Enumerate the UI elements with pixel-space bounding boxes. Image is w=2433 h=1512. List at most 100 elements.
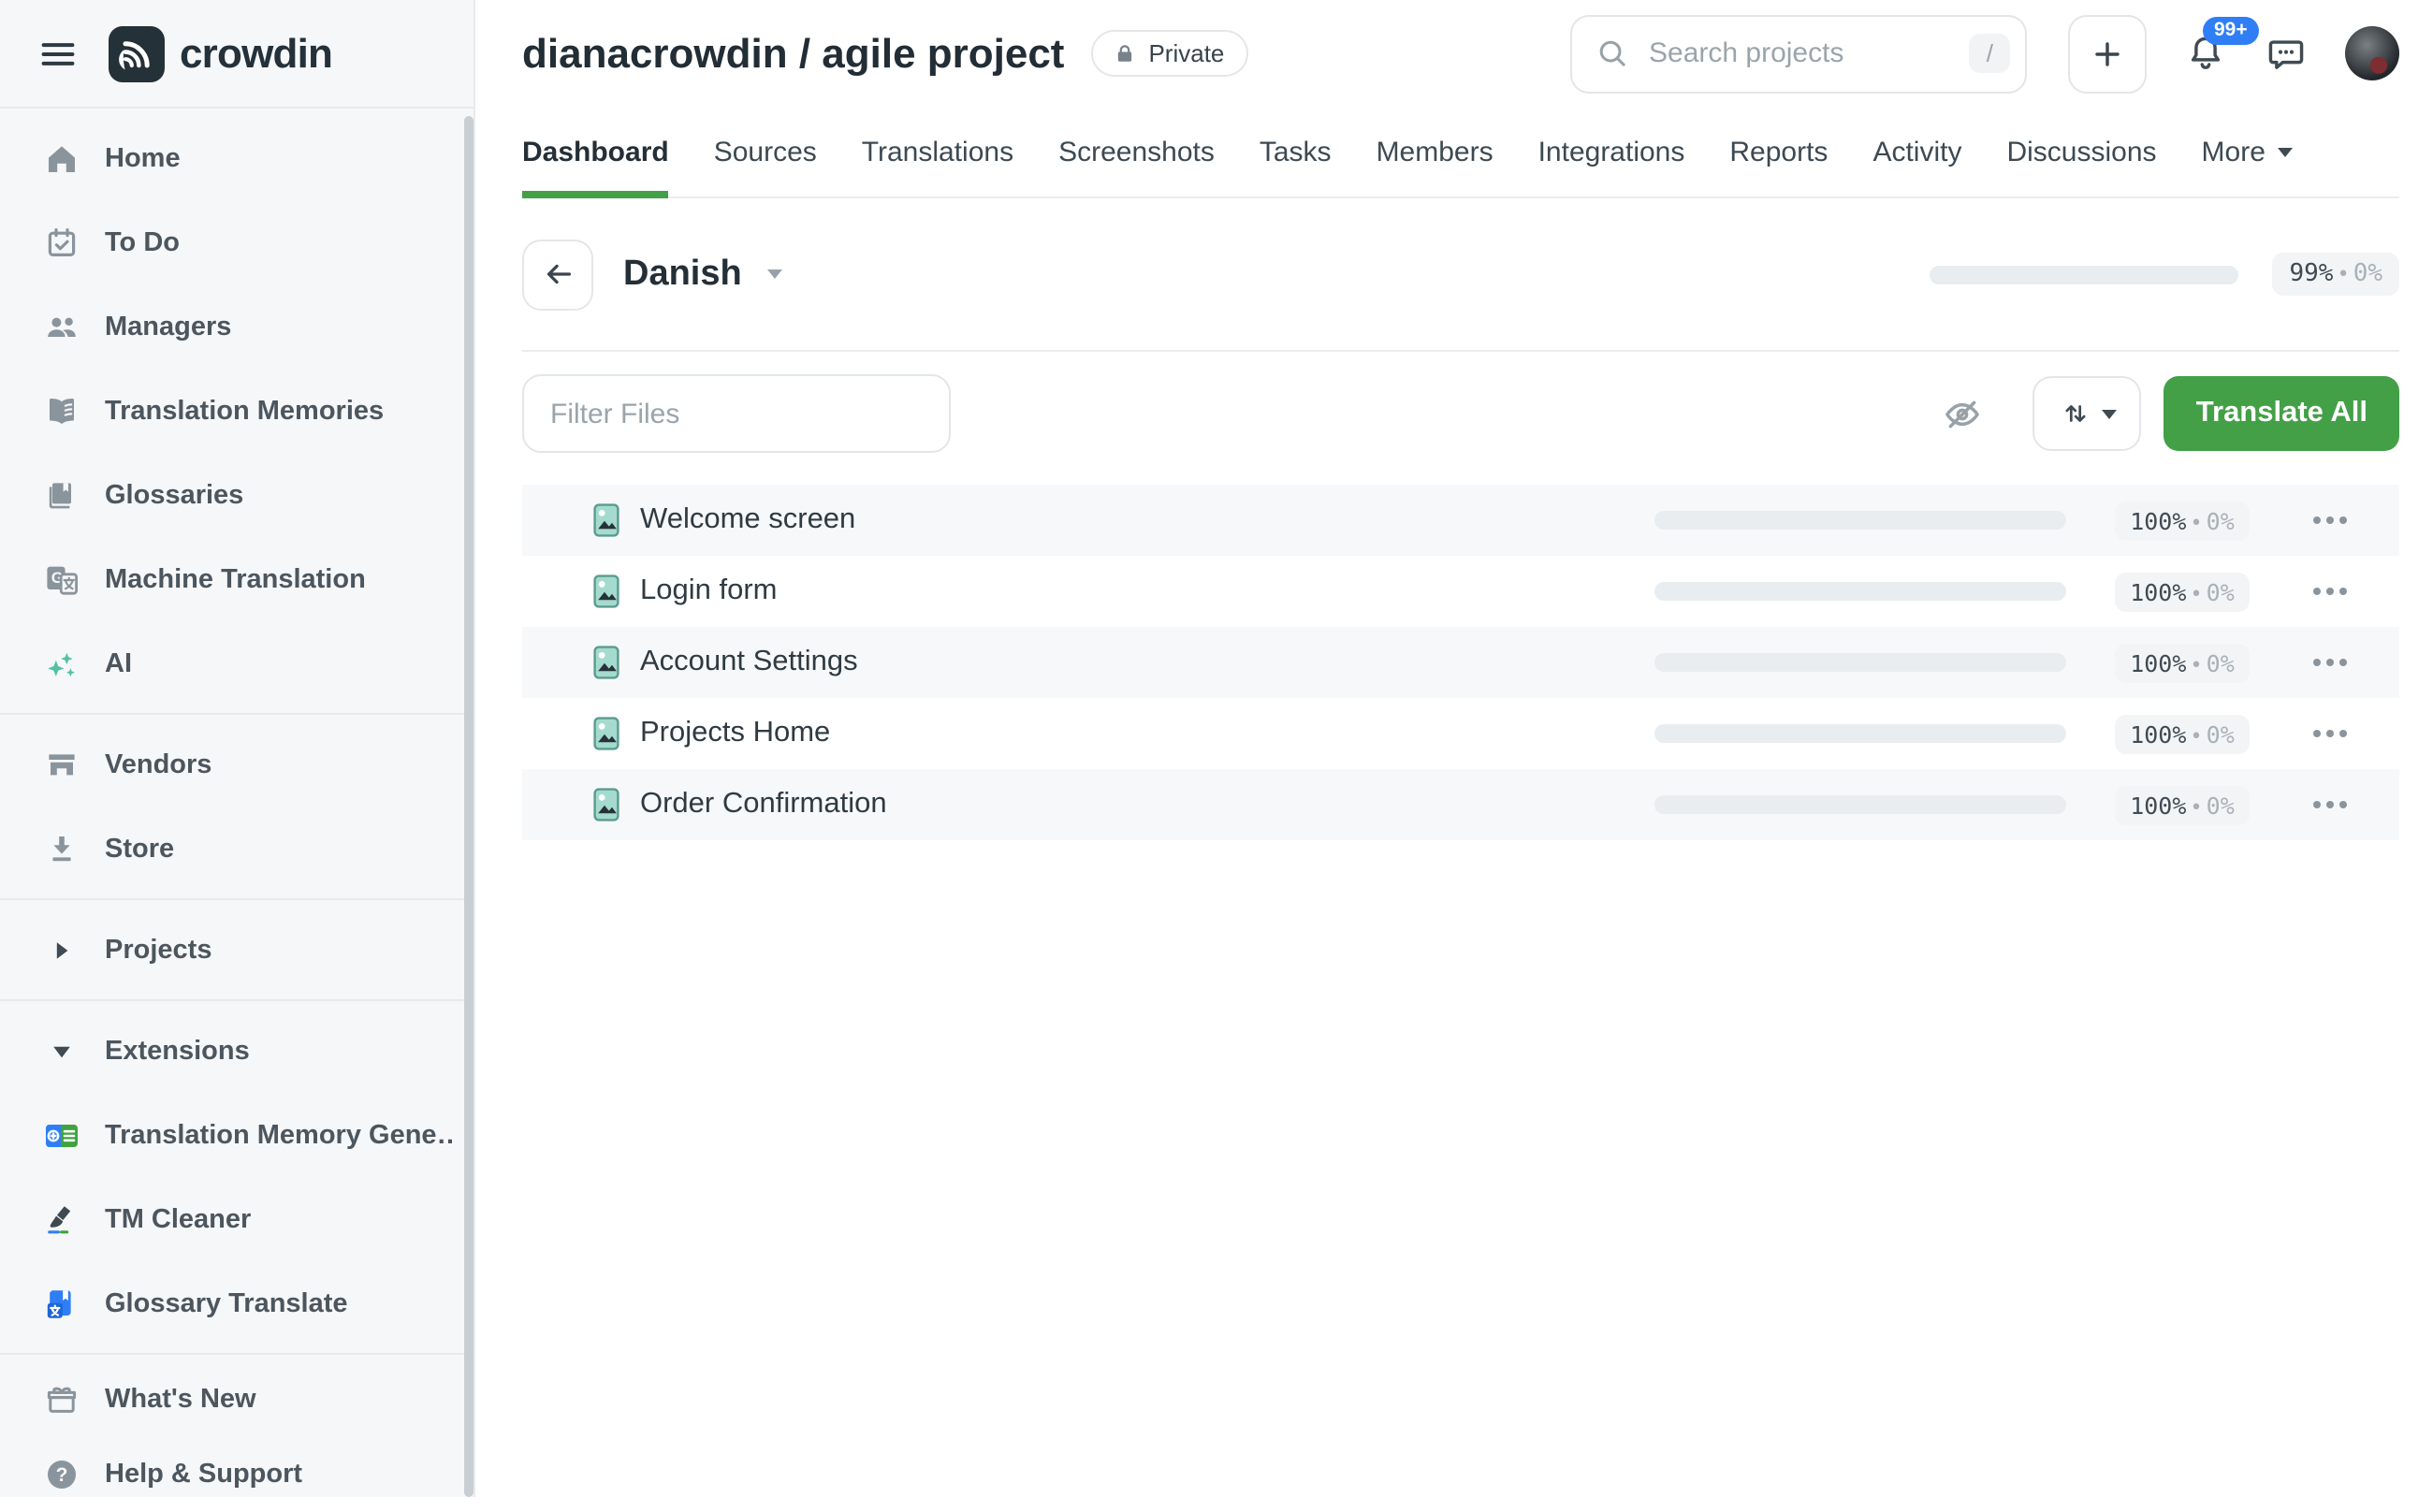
logo-wordmark: crowdin [180,29,332,78]
file-progress-bar [1654,653,2066,672]
sidebar-scrollbar[interactable] [464,116,473,1497]
glossaries-icon [43,476,80,514]
sidebar-divider [0,999,473,1001]
search-box[interactable]: / [1570,14,2027,93]
sidebar-item-translation-memories[interactable]: Translation Memories [0,369,473,453]
language-header: Danish 99%•0% [522,198,2399,352]
sidebar-item-store[interactable]: Store [0,807,473,891]
sidebar-item-tm-generator[interactable]: Translation Memory Gene… [0,1093,473,1177]
lock-icon [1111,40,1137,66]
page-title: dianacrowdin / agile project [522,29,1064,78]
translation-memories-icon [43,392,80,429]
sidebar-divider [0,1353,473,1355]
machine-translation-icon: G [43,560,80,598]
file-name[interactable]: Order Confirmation [640,788,887,821]
sidebar-item-todo[interactable]: To Do [0,200,473,284]
sidebar-divider [0,898,473,900]
plus-icon [2089,35,2126,72]
file-progress-bar [1654,511,2066,530]
tab-translations[interactable]: Translations [862,107,1013,196]
sidebar-item-home[interactable]: Home [0,116,473,200]
sidebar-item-machine-translation[interactable]: G Machine Translation [0,537,473,621]
sidebar-item-extensions[interactable]: Extensions [0,1009,473,1093]
files-toolbar: Translate All [522,374,2399,453]
project-tabbar: Dashboard Sources Translations Screensho… [522,107,2399,198]
whats-new-gift-icon [43,1381,80,1418]
topbar: dianacrowdin / agile project Private / 9… [522,0,2399,107]
eye-off-icon [1942,392,1985,435]
translate-all-button[interactable]: Translate All [2164,376,2399,451]
row-menu-button[interactable] [2309,719,2351,749]
private-badge: Private [1090,30,1248,77]
search-input[interactable] [1645,36,1955,71]
image-file-icon [593,503,619,537]
file-name[interactable]: Projects Home [640,717,830,750]
file-progress-bar [1654,582,2066,601]
tab-screenshots[interactable]: Screenshots [1058,107,1215,196]
tab-more[interactable]: More [2202,107,2294,196]
sidebar-header: crowdin [0,0,473,109]
file-name[interactable]: Welcome screen [640,503,855,537]
messages-button[interactable] [2265,32,2308,75]
row-menu-button[interactable] [2309,576,2351,606]
row-menu-button[interactable] [2309,647,2351,677]
image-file-icon [593,717,619,750]
sidebar-item-glossary-translate[interactable]: Glossary Translate [0,1261,473,1345]
sort-button[interactable] [2033,376,2142,451]
approved-percent: 0% [2353,260,2382,288]
row-menu-button[interactable] [2309,790,2351,820]
sidebar-item-tm-cleaner[interactable]: TM Cleaner [0,1177,473,1261]
tab-reports[interactable]: Reports [1729,107,1828,196]
tab-integrations[interactable]: Integrations [1538,107,1685,196]
managers-icon [43,308,80,345]
filter-files-input[interactable] [522,374,951,453]
sidebar-item-help-support[interactable]: ? Help & Support [0,1437,473,1512]
search-icon [1595,36,1630,71]
notifications-button[interactable]: 99+ [2184,32,2227,75]
image-file-icon [593,646,619,679]
hamburger-menu-icon[interactable] [28,23,88,83]
file-row[interactable]: Order Confirmation 100%•0% [522,769,2399,840]
sidebar-item-vendors[interactable]: Vendors [0,722,473,807]
sidebar-item-ai[interactable]: AI [0,621,473,705]
file-name[interactable]: Account Settings [640,646,858,679]
tab-tasks[interactable]: Tasks [1260,107,1332,196]
hide-completed-button[interactable] [1942,392,1985,435]
caret-right-icon [43,931,80,968]
image-file-icon [593,574,619,608]
sort-arrows-icon [2059,397,2092,430]
tab-members[interactable]: Members [1377,107,1493,196]
chat-icon [2265,32,2308,75]
back-button[interactable] [522,239,593,310]
tab-discussions[interactable]: Discussions [2006,107,2156,196]
language-dropdown-caret-icon[interactable] [768,269,783,279]
file-progress-stats: 100%•0% [2115,714,2250,753]
sidebar-item-projects[interactable]: Projects [0,908,473,992]
glossary-translate-icon [43,1285,80,1322]
file-name[interactable]: Login form [640,574,777,608]
file-row[interactable]: Projects Home 100%•0% [522,698,2399,769]
sidebar-item-whats-new[interactable]: What's New [0,1362,473,1437]
file-progress-stats: 100%•0% [2115,643,2250,682]
user-avatar[interactable] [2345,26,2399,80]
file-progress-stats: 100%•0% [2115,572,2250,611]
crowdin-logo[interactable]: crowdin [109,25,332,81]
tm-generator-icon [43,1116,80,1154]
tab-activity[interactable]: Activity [1872,107,1961,196]
add-project-button[interactable] [2068,14,2147,93]
svg-text:?: ? [56,1464,68,1486]
translated-percent: 99% [2289,260,2333,288]
tm-cleaner-icon [43,1200,80,1238]
row-menu-button[interactable] [2309,505,2351,535]
file-row[interactable]: Login form 100%•0% [522,556,2399,627]
help-icon: ? [43,1456,80,1493]
sidebar-item-glossaries[interactable]: Glossaries [0,453,473,537]
language-name[interactable]: Danish [623,254,742,295]
vendors-icon [43,746,80,783]
sidebar-item-managers[interactable]: Managers [0,284,473,369]
tab-sources[interactable]: Sources [714,107,817,196]
file-row[interactable]: Welcome screen 100%•0% [522,485,2399,556]
file-row[interactable]: Account Settings 100%•0% [522,627,2399,698]
store-download-icon [43,830,80,867]
tab-dashboard[interactable]: Dashboard [522,107,669,196]
